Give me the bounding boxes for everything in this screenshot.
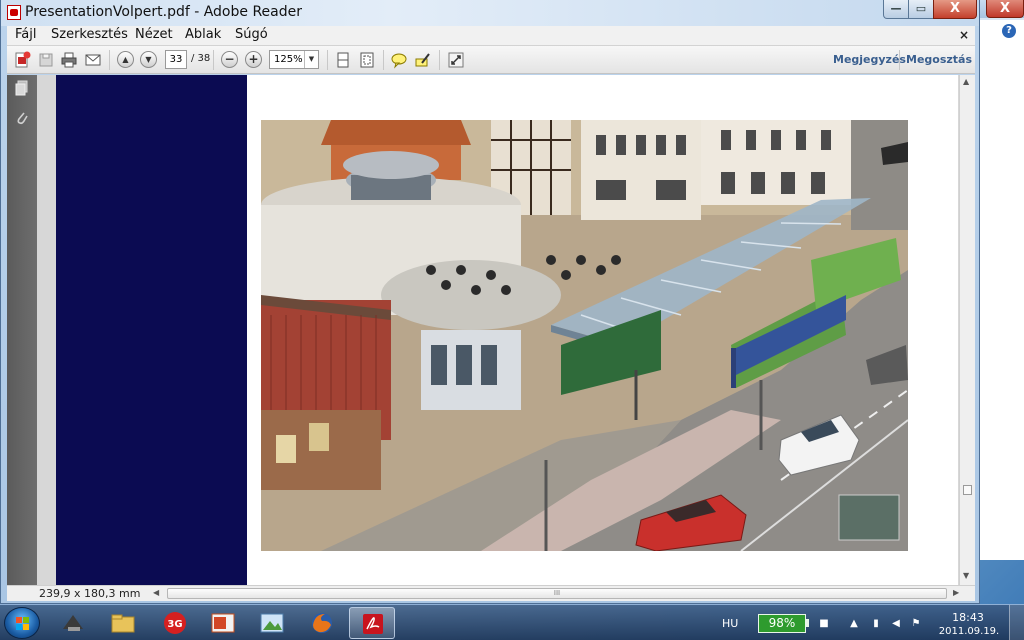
toolbar-separator	[899, 50, 900, 70]
taskbar-network-app[interactable]	[50, 607, 96, 639]
taskbar-photo-viewer[interactable]	[249, 607, 295, 639]
menu-edit[interactable]: Szerkesztés	[51, 27, 128, 42]
page-total: / 38	[191, 53, 211, 64]
scroll-left-arrow-icon[interactable]: ◀	[153, 588, 159, 597]
battery-tip	[806, 619, 809, 627]
network-signal-icon[interactable]: ▮	[870, 618, 882, 630]
maximize-button[interactable]: ▭	[908, 0, 934, 19]
page-number-input[interactable]: 33	[165, 50, 187, 69]
zoom-out-button[interactable]: −	[221, 51, 238, 68]
window-title: PresentationVolpert.pdf - Adobe Reader	[25, 4, 302, 20]
vertical-scroll-thumb[interactable]	[963, 485, 972, 495]
pdf-page	[56, 75, 958, 585]
document-close-button[interactable]: ×	[959, 28, 969, 42]
windows-logo-icon	[16, 617, 30, 631]
network-app-icon	[63, 615, 83, 631]
show-desktop-button[interactable]	[1009, 605, 1024, 640]
fit-page-icon[interactable]	[358, 51, 376, 69]
reader-window: PresentationVolpert.pdf - Adobe Reader —…	[0, 0, 980, 604]
create-pdf-icon[interactable]	[13, 51, 31, 69]
menu-file[interactable]: Fájl	[15, 27, 36, 42]
email-icon[interactable]	[84, 51, 102, 69]
help-icon[interactable]: ?	[1002, 24, 1016, 38]
scroll-down-arrow-icon[interactable]: ▼	[963, 571, 969, 580]
powerpoint-icon	[211, 613, 235, 633]
clock-date[interactable]: 2011.09.19.	[936, 626, 1002, 637]
full-screen-icon[interactable]	[447, 51, 465, 69]
volume-icon[interactable]: ◀	[890, 618, 902, 630]
background-window-close-button[interactable]: X	[986, 0, 1024, 18]
status-bar: 239,9 x 180,3 mm ◀ III ▶	[7, 585, 975, 601]
taskbar-file-explorer[interactable]	[100, 607, 146, 639]
svg-text:3G: 3G	[167, 619, 182, 630]
title-bar[interactable]: PresentationVolpert.pdf - Adobe Reader —…	[1, 0, 979, 26]
page-size-label: 239,9 x 180,3 mm	[39, 587, 141, 600]
scroll-right-arrow-icon[interactable]: ▶	[953, 588, 959, 597]
toolbar-separator	[109, 50, 110, 70]
battery-indicator[interactable]: 98%	[758, 614, 806, 633]
scroll-up-arrow-icon[interactable]: ▲	[963, 77, 969, 86]
scrolling-mode-icon[interactable]	[334, 51, 352, 69]
next-page-button[interactable]: ▼	[140, 51, 157, 68]
pdf-app-icon	[7, 5, 21, 20]
toolbar-separator	[327, 50, 328, 70]
bus-station-photo	[261, 120, 908, 551]
chevron-down-icon[interactable]: ▼	[304, 51, 318, 68]
taskbar-adobe-reader[interactable]	[349, 607, 395, 639]
attachment-icon[interactable]	[14, 110, 30, 126]
menu-window[interactable]: Ablak	[185, 27, 221, 42]
horizontal-scroll-thumb[interactable]: III	[167, 588, 947, 599]
show-hidden-icons-chevron-icon[interactable]: ▲	[848, 618, 860, 630]
toolbar-separator	[213, 50, 214, 70]
menu-view[interactable]: Nézet	[135, 27, 173, 42]
menu-bar: Fájl Szerkesztés Nézet Ablak Súgó ×	[7, 26, 975, 46]
language-indicator[interactable]: HU	[722, 617, 738, 630]
close-button[interactable]: X	[933, 0, 977, 19]
action-center-flag-icon[interactable]: ⚑	[910, 618, 922, 630]
previous-page-button[interactable]: ▲	[117, 51, 134, 68]
background-window[interactable]: X ?	[975, 0, 1024, 560]
print-icon[interactable]	[60, 51, 78, 69]
start-button[interactable]	[4, 607, 40, 639]
adobe-reader-icon	[363, 614, 383, 634]
menu-help[interactable]: Súgó	[235, 27, 268, 42]
navigation-pane	[7, 75, 37, 585]
taskbar-powerpoint[interactable]	[200, 607, 246, 639]
page-navy-band	[56, 75, 247, 585]
zoom-in-button[interactable]: +	[245, 51, 262, 68]
vertical-scrollbar[interactable]: ▲ ▼	[959, 75, 975, 585]
photo-viewer-icon	[260, 613, 284, 633]
power-plug-icon[interactable]: ■	[818, 618, 830, 630]
sticky-note-icon[interactable]	[390, 51, 408, 69]
taskbar-firefox[interactable]	[299, 607, 345, 639]
taskbar-3g-modem[interactable]: 3G	[152, 607, 198, 639]
pages-icon[interactable]	[14, 80, 30, 96]
folder-icon	[111, 614, 135, 633]
share-link[interactable]: Megosztás	[906, 53, 972, 66]
toolbar-separator	[439, 50, 440, 70]
3g-modem-icon: 3G	[164, 612, 186, 634]
highlight-icon[interactable]	[414, 51, 432, 69]
comment-link[interactable]: Megjegyzés	[833, 53, 906, 66]
minimize-button[interactable]: —	[883, 0, 909, 19]
save-icon[interactable]	[37, 51, 55, 69]
toolbar-separator	[383, 50, 384, 70]
clock-time[interactable]: 18:43	[940, 611, 996, 624]
firefox-icon	[312, 613, 332, 633]
background-window-body	[980, 20, 1024, 560]
document-area[interactable]	[37, 75, 959, 585]
toolbar: ▲ ▼ 33 / 38 − + 125% ▼ Megjegyzés Megosz…	[7, 46, 975, 74]
taskbar: 3G HU 98% ■ ▲ ▮ ◀ ⚑ 18:43 2011.09.19.	[0, 604, 1024, 640]
